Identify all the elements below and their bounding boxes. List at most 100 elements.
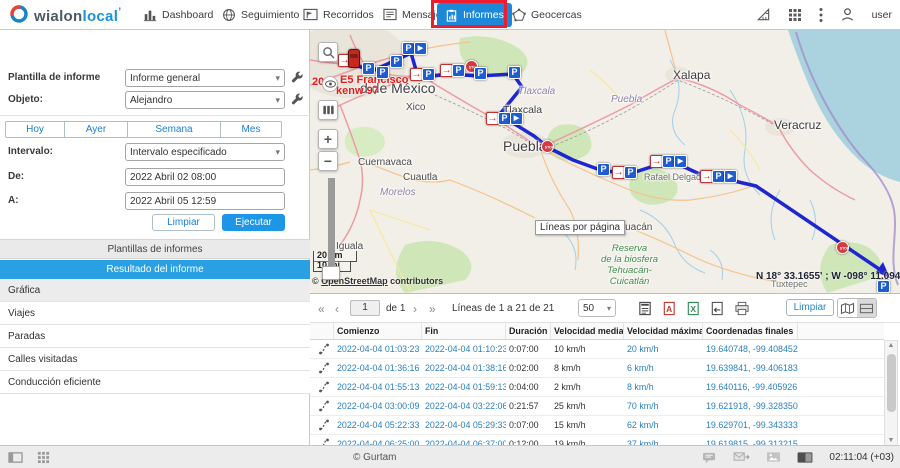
table-scrollbar[interactable]: ▲ ▼ — [884, 340, 898, 445]
excel-export-icon[interactable]: X — [686, 301, 700, 316]
section-conduccion-eficiente[interactable]: Conducción eficiente — [0, 371, 310, 394]
scroll-up-icon[interactable]: ▲ — [885, 342, 897, 349]
map-view-toggle-icon[interactable] — [838, 299, 857, 317]
chat-icon[interactable] — [702, 451, 717, 464]
cell-velocidad-maxima[interactable]: 20 km/h — [624, 340, 703, 358]
parking-marker[interactable]: P — [597, 163, 610, 176]
route-icon[interactable] — [310, 435, 334, 445]
header-coordenadas-finales[interactable]: Coordenadas finales — [703, 323, 798, 339]
cell-comienzo[interactable]: 2022-04-04 06:25:00 — [334, 435, 422, 445]
cell-comienzo[interactable]: 2022-04-04 05:22:33 — [334, 416, 422, 434]
to-date-input[interactable] — [125, 192, 285, 210]
first-page-button[interactable]: « — [318, 294, 325, 323]
template-select[interactable]: Informe general▾ — [125, 69, 285, 87]
stop-sign-marker[interactable]: STOP — [836, 241, 849, 254]
route-icon[interactable] — [310, 378, 334, 396]
parking-marker[interactable]: P — [362, 62, 375, 75]
cell-comienzo[interactable]: 2022-04-04 03:00:09 — [334, 397, 422, 415]
print-icon[interactable] — [734, 301, 750, 316]
route-icon[interactable] — [310, 359, 334, 377]
cell-comienzo[interactable]: 2022-04-04 01:03:23 — [334, 340, 422, 358]
cell-fin[interactable]: 2022-04-04 03:22:06 — [422, 397, 506, 415]
cell-velocidad-maxima[interactable]: 37 km/h — [624, 435, 703, 445]
nav-item-seguimiento[interactable]: Seguimiento — [222, 0, 299, 29]
kebab-menu-icon[interactable] — [819, 7, 823, 23]
unit-car-marker[interactable] — [348, 49, 360, 68]
cell-comienzo[interactable]: 2022-04-04 01:36:16 — [334, 359, 422, 377]
route-icon[interactable] — [310, 340, 334, 358]
nav-item-dashboard[interactable]: Dashboard — [143, 0, 213, 29]
chevron-marker[interactable]: ▶ — [724, 170, 737, 183]
cell-coordenadas-finales[interactable]: 19.619815, -99.313215 — [703, 435, 798, 445]
cell-velocidad-maxima[interactable]: 62 km/h — [624, 416, 703, 434]
zoom-in-button[interactable]: + — [318, 129, 338, 149]
cell-coordenadas-finales[interactable]: 19.621918, -99.328350 — [703, 397, 798, 415]
map-search-button[interactable] — [318, 42, 338, 62]
prev-page-button[interactable]: ‹ — [335, 294, 339, 323]
object-select[interactable]: Alejandro▾ — [125, 91, 285, 109]
chevron-marker[interactable]: ▶ — [510, 112, 523, 125]
cell-fin[interactable]: 2022-04-04 01:10:23 — [422, 340, 506, 358]
scroll-down-icon[interactable]: ▼ — [885, 437, 897, 444]
parking-marker[interactable]: P — [624, 166, 637, 179]
panel-toggle-dark-icon[interactable] — [797, 451, 813, 464]
scrollbar-thumb[interactable] — [887, 354, 896, 412]
page-number-input[interactable]: 1 — [350, 300, 380, 316]
page-size-select[interactable]: 50▾ — [578, 299, 616, 317]
header-velocidad-media[interactable]: Velocidad media — [551, 323, 624, 339]
quick-range-mes[interactable]: Mes — [220, 121, 282, 138]
quick-range-ayer[interactable]: Ayer — [64, 121, 128, 138]
zoom-out-button[interactable]: − — [318, 151, 338, 171]
photo-icon[interactable] — [766, 451, 781, 463]
cell-fin[interactable]: 2022-04-04 05:29:33 — [422, 416, 506, 434]
user-icon[interactable] — [840, 7, 855, 22]
chevron-marker[interactable]: ▶ — [674, 155, 687, 168]
cell-fin[interactable]: 2022-04-04 01:38:16 — [422, 359, 506, 377]
section-viajes[interactable]: Viajes — [0, 302, 310, 325]
apps-grid-icon[interactable] — [788, 8, 802, 22]
ruler-icon[interactable] — [756, 7, 771, 22]
cell-coordenadas-finales[interactable]: 19.629701, -99.343333 — [703, 416, 798, 434]
layout-panel-icon[interactable] — [8, 451, 23, 464]
route-icon[interactable] — [310, 416, 334, 434]
header-comienzo[interactable]: Comienzo — [334, 323, 422, 339]
section-calles-visitadas[interactable]: Calles visitadas — [0, 348, 310, 371]
object-settings-wrench-icon[interactable] — [290, 92, 304, 109]
next-page-button[interactable]: › — [413, 294, 417, 323]
parking-marker[interactable]: P — [390, 55, 403, 68]
nav-item-geocercas[interactable]: Geocercas — [512, 0, 582, 29]
header-duracion[interactable]: Duración — [506, 323, 551, 339]
report-template-icon[interactable] — [638, 301, 652, 316]
section-grafica[interactable]: Gráfica — [0, 279, 310, 302]
chevron-marker[interactable]: ▶ — [414, 42, 427, 55]
parking-marker[interactable]: P — [474, 67, 487, 80]
header-velocidad-maxima[interactable]: Velocidad máxima — [624, 323, 703, 339]
parking-marker[interactable]: P — [508, 66, 521, 79]
last-page-button[interactable]: » — [429, 294, 436, 323]
nav-item-informes[interactable]: Informes — [437, 3, 512, 27]
cell-coordenadas-finales[interactable]: 19.640748, -99.408452 — [703, 340, 798, 358]
from-date-input[interactable] — [125, 168, 285, 186]
table-clear-button[interactable]: Limpiar — [786, 299, 834, 316]
quick-range-semana[interactable]: Semana — [127, 121, 221, 138]
zoom-slider-handle[interactable] — [322, 266, 340, 280]
cell-velocidad-maxima[interactable]: 6 km/h — [624, 359, 703, 377]
header-fin[interactable]: Fin — [422, 323, 506, 339]
quick-range-hoy[interactable]: Hoy — [5, 121, 65, 138]
table-view-toggle-icon[interactable] — [857, 299, 876, 317]
route-icon[interactable] — [310, 397, 334, 415]
send-mail-icon[interactable] — [733, 451, 750, 463]
parking-marker[interactable]: P — [376, 66, 389, 79]
cell-coordenadas-finales[interactable]: 19.639841, -99.406183 — [703, 359, 798, 377]
cell-fin[interactable]: 2022-04-04 01:59:13 — [422, 378, 506, 396]
map-eye-button[interactable] — [322, 76, 338, 92]
clear-button[interactable]: Limpiar — [152, 214, 215, 231]
cell-velocidad-maxima[interactable]: 70 km/h — [624, 397, 703, 415]
template-settings-wrench-icon[interactable] — [290, 70, 304, 87]
cell-velocidad-maxima[interactable]: 8 km/h — [624, 378, 703, 396]
parking-marker[interactable]: P — [452, 64, 465, 77]
file-export-icon[interactable] — [710, 301, 724, 316]
map-layers-button[interactable] — [318, 100, 338, 120]
cell-comienzo[interactable]: 2022-04-04 01:55:13 — [334, 378, 422, 396]
parking-marker[interactable]: P — [422, 68, 435, 81]
